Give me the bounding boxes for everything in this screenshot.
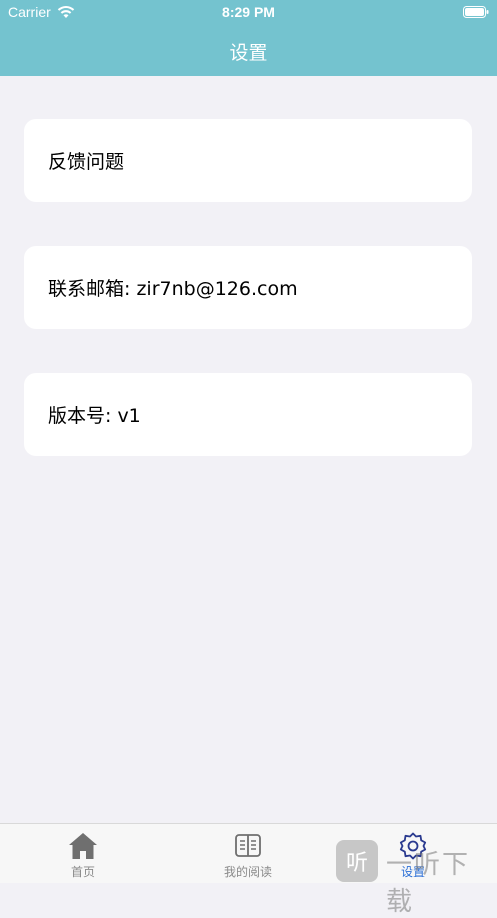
tab-settings-label: 设置 — [400, 865, 425, 879]
tab-home-label: 首页 — [70, 865, 95, 879]
tab-my-reading-label: 我的阅读 — [223, 865, 272, 879]
feedback-label: 反馈问题 — [48, 151, 125, 173]
status-bar: Carrier 8:29 PM — [0, 0, 497, 26]
tab-bar: 首页 我的阅读 设置 — [0, 823, 497, 883]
app-header: Carrier 8:29 PM 设置 — [0, 0, 497, 76]
home-icon — [69, 833, 97, 859]
feedback-item[interactable]: 反馈问题 — [24, 119, 472, 202]
book-icon — [235, 834, 261, 857]
tab-settings[interactable]: 设置 — [373, 832, 453, 880]
gear-icon — [399, 832, 427, 860]
version-label: 版本号: v1 — [48, 405, 141, 427]
version-item: 版本号: v1 — [24, 373, 472, 456]
page-title: 设置 — [229, 42, 268, 64]
tab-home[interactable]: 首页 — [43, 832, 123, 880]
contact-email-item[interactable]: 联系邮箱: zir7nb@126.com — [24, 246, 472, 329]
tab-my-reading[interactable]: 我的阅读 — [208, 832, 288, 880]
battery-icon — [463, 6, 489, 18]
status-time: 8:29 PM — [222, 4, 275, 20]
contact-email-label: 联系邮箱: zir7nb@126.com — [48, 278, 298, 300]
